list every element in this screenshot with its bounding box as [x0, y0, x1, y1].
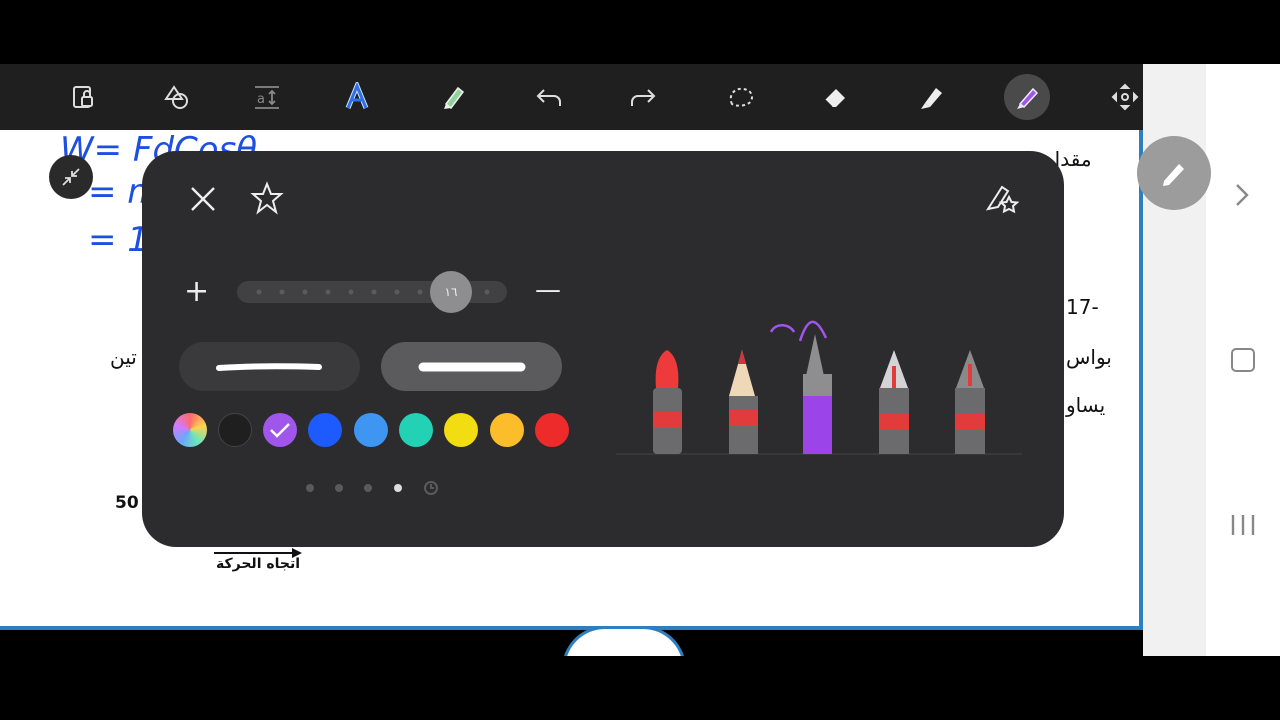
move-icon[interactable] — [1102, 74, 1148, 120]
color-swatch-teal[interactable] — [399, 413, 433, 447]
figure-value-label: 50 — [115, 493, 139, 513]
check-icon — [270, 423, 290, 438]
fountain-pen-icon[interactable] — [879, 350, 909, 454]
lock-page-icon[interactable] — [60, 74, 106, 120]
undo-icon[interactable] — [526, 74, 572, 120]
pen-icon[interactable] — [1004, 74, 1050, 120]
color-picker-gradient[interactable] — [173, 413, 207, 447]
edit-fab-icon[interactable] — [1137, 136, 1211, 210]
palette-page-dot-active[interactable] — [394, 484, 402, 492]
pen-type-selector — [616, 316, 1022, 456]
stroke-style-thin[interactable] — [179, 342, 360, 391]
calligraphy-pen-icon[interactable] — [955, 350, 985, 454]
palette-page-dot[interactable] — [306, 484, 314, 492]
color-swatch-orange[interactable] — [490, 413, 524, 447]
color-swatch-red[interactable] — [535, 413, 569, 447]
nav-bar — [1206, 64, 1280, 656]
color-swatch-light-blue[interactable] — [354, 413, 388, 447]
favorite-star-icon[interactable] — [250, 181, 284, 219]
recents-button-icon[interactable] — [1230, 513, 1256, 541]
color-swatch-blue[interactable] — [308, 413, 342, 447]
lasso-select-icon[interactable] — [718, 74, 764, 120]
close-icon[interactable] — [188, 184, 218, 218]
text-size-icon[interactable]: a — [244, 74, 290, 120]
bottom-letterbox — [0, 656, 1280, 720]
color-swatch-black[interactable] — [218, 413, 252, 447]
text-color-icon[interactable] — [334, 74, 380, 120]
color-swatch-yellow[interactable] — [444, 413, 478, 447]
eraser-icon[interactable] — [812, 74, 858, 120]
collapse-icon[interactable] — [49, 155, 93, 199]
document-text-line: بواس — [1066, 345, 1112, 369]
color-swatch-purple[interactable] — [263, 413, 297, 447]
document-text-line: يساو — [1066, 393, 1106, 417]
pen-settings-panel: + ١٦ — — [142, 151, 1064, 547]
favorite-pens-icon[interactable] — [984, 181, 1020, 219]
palette-page-dot[interactable] — [335, 484, 343, 492]
recent-colors-icon[interactable] — [423, 480, 439, 500]
svg-text:a: a — [257, 92, 265, 107]
home-button-icon[interactable] — [1231, 348, 1255, 372]
arrow-label: اتجاه الحركة — [216, 556, 301, 572]
thick-stroke-preview — [418, 362, 526, 372]
question-number: 17- — [1066, 295, 1099, 319]
size-slider-thumb[interactable]: ١٦ — [430, 271, 472, 313]
chevron-right-icon[interactable] — [1232, 182, 1252, 212]
document-text-line: تين — [110, 345, 137, 369]
highlighter-icon[interactable] — [908, 74, 954, 120]
highlighter-pen-icon[interactable] — [430, 74, 476, 120]
pencil-icon[interactable] — [729, 350, 758, 454]
palette-page-dot[interactable] — [364, 484, 372, 492]
size-increase-button[interactable]: + — [184, 277, 209, 307]
drawing-toolbar: a — [0, 64, 1206, 130]
shapes-icon[interactable] — [154, 74, 200, 120]
marker-pen-icon[interactable] — [769, 320, 832, 454]
stroke-style-thick[interactable] — [381, 342, 562, 391]
brush-pen-icon[interactable] — [653, 350, 682, 454]
redo-icon[interactable] — [620, 74, 666, 120]
size-decrease-button[interactable]: — — [535, 277, 561, 303]
thin-stroke-preview — [216, 363, 322, 371]
